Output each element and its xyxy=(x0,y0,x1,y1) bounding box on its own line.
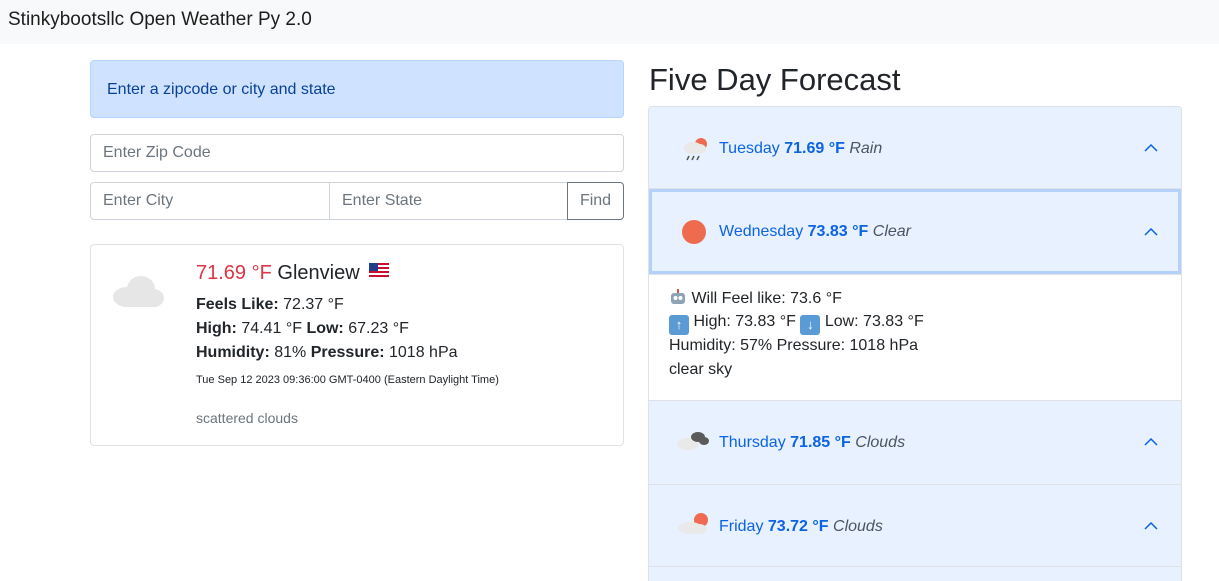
forecast-accordion: Tuesday 71.69 °F Rain Wednesday 73.83 °F… xyxy=(648,106,1182,581)
feels-like-value: 72.37 °F xyxy=(283,296,344,313)
robot-icon xyxy=(671,289,685,304)
rain-icon xyxy=(684,138,707,161)
feel-value: Will Feel like: 73.6 °F xyxy=(691,290,842,307)
day-temp: 71.69 °F xyxy=(784,140,845,157)
state-input[interactable]: Enter State xyxy=(329,182,568,220)
chevron-up-icon[interactable] xyxy=(1144,228,1158,236)
day-condition: Clouds xyxy=(855,434,906,451)
day-name: Wednesday xyxy=(719,223,804,240)
day-condition: Clear xyxy=(872,223,911,240)
current-temperature: 71.69 °F xyxy=(196,262,272,284)
feels-like-row: Feels Like: 72.37 °F xyxy=(196,296,344,314)
app-title[interactable]: Stinkybootsllc Open Weather Py 2.0 xyxy=(8,9,312,31)
zip-code-input[interactable]: Enter Zip Code xyxy=(90,134,624,172)
day-name: Thursday xyxy=(719,434,786,451)
clouds-icon xyxy=(677,432,709,450)
accordion-body-wednesday: Will Feel like: 73.6 °F ↑ High: 73.83 °F… xyxy=(649,275,1181,401)
current-headline: 71.69 °F Glenview xyxy=(196,262,390,285)
current-city: Glenview xyxy=(277,262,360,284)
sun-icon xyxy=(682,220,706,244)
navbar: Stinkybootsllc Open Weather Py 2.0 xyxy=(0,0,1219,44)
accordion-item-wednesday[interactable]: Wednesday 73.83 °F Clear xyxy=(649,189,1181,275)
high-value: 74.41 °F xyxy=(241,320,302,337)
low-label: Low: xyxy=(306,320,344,337)
current-description: scattered clouds xyxy=(196,410,298,426)
detail-description: clear sky xyxy=(669,361,733,378)
high-low-row: ↑ High: 73.83 °F ↓ Low: 73.83 °F xyxy=(669,313,924,335)
accordion-header-wednesday[interactable]: Wednesday 73.83 °F Clear xyxy=(719,223,911,241)
day-name: Tuesday xyxy=(719,140,780,157)
pressure-value: 1018 hPa xyxy=(389,344,458,361)
accordion-header-tuesday[interactable]: Tuesday 71.69 °F Rain xyxy=(719,140,882,158)
day-temp: 71.85 °F xyxy=(790,434,851,451)
forecast-title: Five Day Forecast xyxy=(649,62,901,97)
feel-row: Will Feel like: 73.6 °F xyxy=(669,289,842,308)
humidity-label: Humidity: xyxy=(196,344,270,361)
cloud-icon xyxy=(113,276,164,307)
chevron-up-icon[interactable] xyxy=(1144,144,1158,152)
day-name: Friday xyxy=(719,518,764,535)
day-temp: 73.83 °F xyxy=(807,223,869,240)
humidity-pressure-row: Humidity: 81% Pressure: 1018 hPa xyxy=(196,344,458,362)
day-condition: Clouds xyxy=(833,518,883,535)
find-button[interactable]: Find xyxy=(567,182,624,220)
accordion-header-thursday[interactable]: Thursday 71.85 °F Clouds xyxy=(719,434,905,452)
humidity-pressure-detail: Humidity: 57% Pressure: 1018 hPa xyxy=(669,337,919,354)
accordion-item-partial[interactable] xyxy=(649,567,1181,581)
partly-cloudy-icon xyxy=(678,513,708,534)
high-low-row: High: 74.41 °F Low: 67.23 °F xyxy=(196,320,409,338)
accordion-header-friday[interactable]: Friday 73.72 °F Clouds xyxy=(719,518,883,536)
accordion-item-tuesday[interactable]: Tuesday 71.69 °F Rain xyxy=(649,107,1181,189)
search-prompt-alert: Enter a zipcode or city and state xyxy=(90,60,624,118)
arrow-up-icon: ↑ xyxy=(669,315,689,335)
current-weather-card: 71.69 °F Glenview Feels Like: 72.37 °F H… xyxy=(90,244,624,446)
chevron-up-icon[interactable] xyxy=(1144,522,1158,530)
current-datetime: Tue Sep 12 2023 09:36:00 GMT-0400 (Easte… xyxy=(196,374,499,386)
feels-like-label: Feels Like: xyxy=(196,296,279,313)
accordion-item-friday[interactable]: Friday 73.72 °F Clouds xyxy=(649,485,1181,567)
low-value: Low: 73.83 °F xyxy=(824,313,924,330)
high-label: High: xyxy=(196,320,237,337)
chevron-up-icon[interactable] xyxy=(1144,438,1158,446)
low-value: 67.23 °F xyxy=(348,320,409,337)
city-input[interactable]: Enter City xyxy=(90,182,330,220)
day-condition: Rain xyxy=(849,140,883,157)
arrow-down-icon: ↓ xyxy=(800,315,821,335)
day-temp: 73.72 °F xyxy=(767,518,829,535)
high-value: High: 73.83 °F xyxy=(693,313,796,330)
accordion-item-thursday[interactable]: Thursday 71.85 °F Clouds xyxy=(649,401,1181,485)
pressure-label: Pressure: xyxy=(310,344,385,361)
humidity-value: 81% xyxy=(274,344,307,361)
us-flag-icon xyxy=(369,263,390,277)
